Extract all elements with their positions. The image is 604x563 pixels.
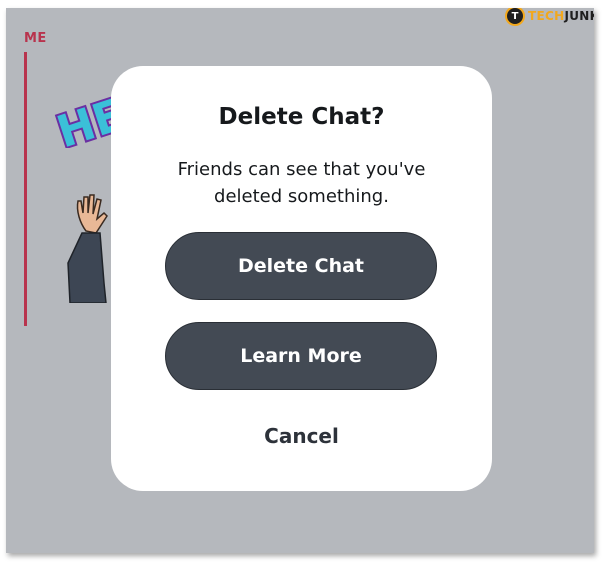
techjunkie-logo-icon: T: [505, 8, 525, 26]
chat-screen: ME HELLO T TECHJUNKIE Delete Chat? Frien…: [6, 8, 594, 553]
dialog-title: Delete Chat?: [218, 104, 385, 130]
techjunkie-logo: T TECHJUNKIE: [505, 8, 594, 28]
delete-chat-button[interactable]: Delete Chat: [165, 232, 437, 300]
brand-wordmark: TECHJUNKIE: [528, 9, 594, 23]
dialog-message: Friends can see that you've deleted some…: [177, 159, 426, 207]
delete-chat-dialog: Delete Chat? Friends can see that you've…: [111, 66, 492, 491]
brand-name-part1: TECH: [528, 9, 565, 23]
sender-accent-bar: [24, 52, 27, 326]
sender-label: ME: [24, 31, 47, 46]
brand-name-part2: JUNKIE: [564, 9, 594, 23]
learn-more-button[interactable]: Learn More: [165, 322, 437, 390]
cancel-button[interactable]: Cancel: [211, 418, 392, 454]
